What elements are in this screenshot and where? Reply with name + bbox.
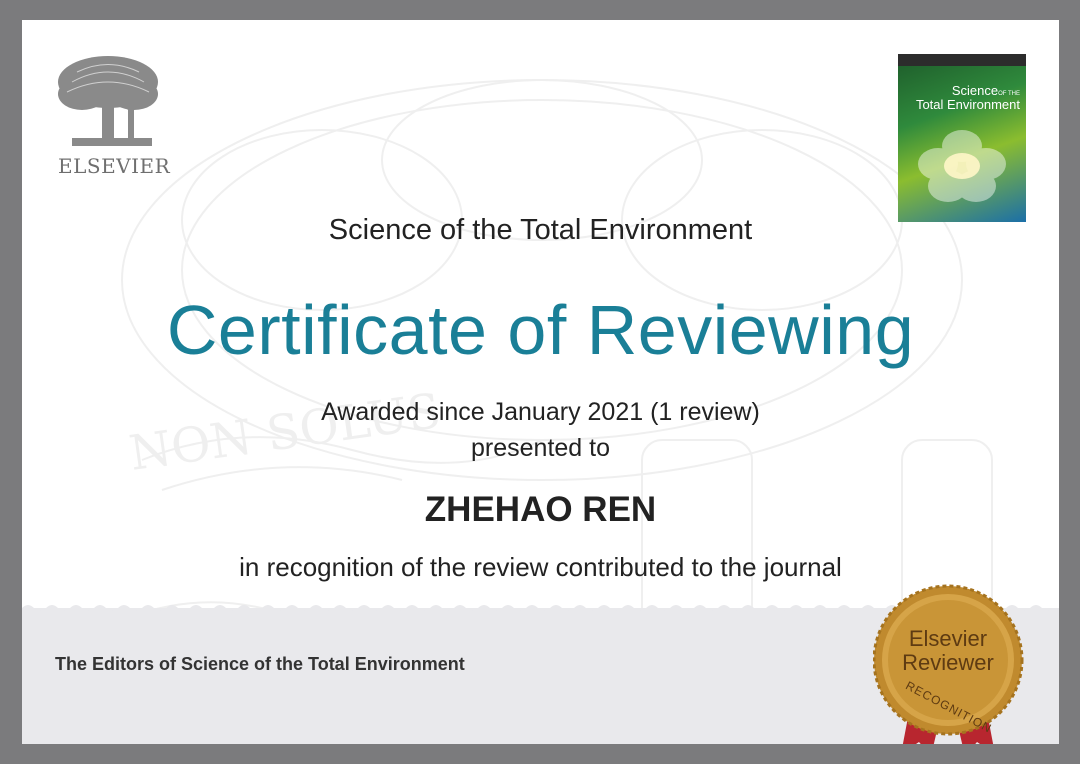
elsevier-wordmark: ELSEVIER	[58, 154, 171, 178]
cover-title-science: Science	[951, 83, 999, 98]
seal-text-elsevier: Elsevier	[908, 626, 988, 651]
certificate-sheet: NON SOLUS ELSEVIER ScienceOF THE Total E…	[22, 20, 1059, 744]
recognition-text: in recognition of the review contributed…	[239, 552, 842, 582]
cover-title-line2: Total Environment	[915, 97, 1020, 112]
presented-text: presented to	[471, 434, 610, 462]
elsevier-logo: ELSEVIER	[52, 52, 172, 182]
cover-flower-graphic	[918, 130, 1006, 202]
awarded-text: Awarded since January 2021 (1 review)	[321, 398, 760, 426]
certificate-title: Certificate of Reviewing	[166, 291, 915, 369]
signature-line: The Editors of Science of the Total Envi…	[55, 654, 465, 674]
seal-text-reviewer: Reviewer	[902, 650, 994, 675]
reviewer-seal: Elsevier Reviewer RECOGNITION	[873, 582, 1033, 744]
journal-cover: ScienceOF THE Total Environment	[898, 54, 1026, 222]
cover-header-strip	[898, 54, 1026, 66]
elsevier-tree-icon	[58, 56, 158, 146]
recipient-name: ZHEHAO REN	[424, 490, 657, 529]
journal-title: Science of the Total Environment	[328, 214, 753, 246]
